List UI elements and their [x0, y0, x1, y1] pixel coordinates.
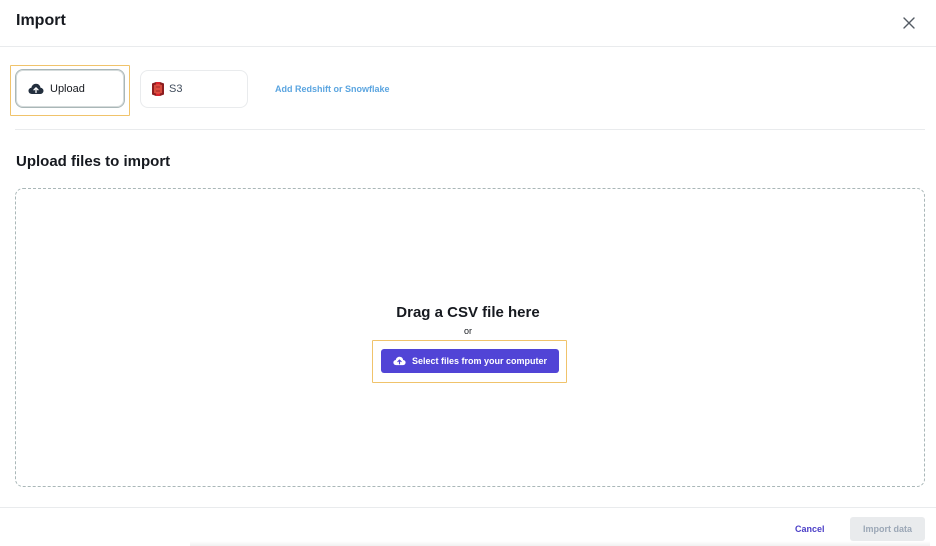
bottom-shadow	[190, 541, 930, 546]
section-divider	[15, 129, 925, 130]
source-tab-s3[interactable]: S3	[140, 70, 248, 108]
source-tab-upload[interactable]: Upload	[15, 69, 125, 108]
cloud-upload-icon	[393, 356, 406, 366]
close-button[interactable]	[898, 12, 920, 34]
upload-tab-label: Upload	[50, 82, 85, 95]
drop-zone-title: Drag a CSV file here	[396, 304, 540, 321]
close-icon	[903, 17, 915, 29]
select-files-label: Select files from your computer	[411, 356, 548, 366]
footer-divider	[0, 507, 936, 508]
import-data-button[interactable]: Import data	[850, 517, 925, 541]
dialog-header: Import	[0, 0, 936, 47]
upload-section-title: Upload files to import	[16, 153, 171, 170]
add-redshift-snowflake-link[interactable]: Add Redshift or Snowflake	[275, 84, 390, 94]
file-drop-zone[interactable]	[15, 188, 925, 487]
s3-tab-label: S3	[169, 83, 183, 95]
select-files-button[interactable]: Select files from your computer	[381, 349, 559, 373]
cancel-button[interactable]: Cancel	[795, 524, 825, 534]
cloud-upload-icon	[28, 83, 44, 94]
drop-zone-or: or	[463, 326, 472, 336]
dialog-title: Import	[16, 12, 66, 29]
s3-bucket-icon	[152, 82, 164, 96]
import-dialog: Import Upload S3 Add Redshift or Snowfla…	[0, 0, 936, 546]
